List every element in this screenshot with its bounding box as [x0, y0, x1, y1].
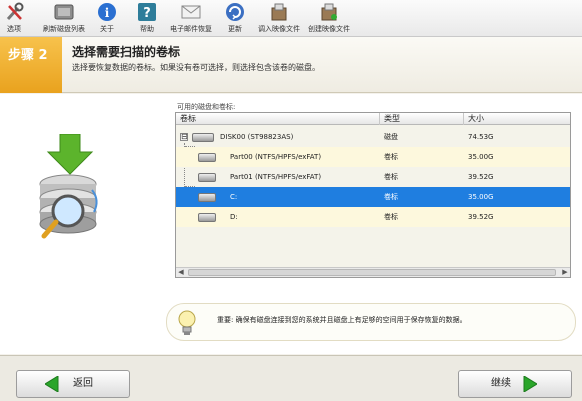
volume-type: 卷标: [384, 213, 398, 221]
options-button[interactable]: 选项: [4, 2, 24, 34]
help-icon: ?: [136, 2, 158, 22]
volume-type: 卷标: [384, 153, 398, 161]
volume-name: Part00 (NTFS/HPFS/exFAT): [230, 153, 322, 161]
volume-size: 39.52G: [468, 213, 494, 221]
email-recovery-button[interactable]: 电子邮件恢复: [166, 2, 216, 34]
volume-name: D:: [230, 213, 238, 221]
create-image-label: 创建映像文件: [308, 25, 350, 33]
collapse-toggle[interactable]: ⊟: [180, 133, 188, 141]
volume-row-disk00[interactable]: ⊟ DISK00 (ST98823AS) 磁盘 74.53G: [176, 127, 570, 147]
volume-size: 35.00G: [468, 193, 494, 201]
column-header-volume[interactable]: 卷标: [176, 113, 380, 125]
email-recovery-label: 电子邮件恢复: [170, 25, 212, 33]
next-button-label: 继续: [491, 378, 511, 389]
volume-type: 卷标: [384, 193, 398, 201]
volume-row-part00[interactable]: Part00 (NTFS/HPFS/exFAT) 卷标 35.00G: [176, 147, 570, 167]
email-icon: [180, 2, 202, 22]
important-notice: 重要: 确保有磁盘连接到您的系统并且磁盘上有足够的空间用于保存恢复的数据。: [166, 303, 576, 341]
step-indicator: 步骤 2: [0, 37, 62, 93]
toolbar: 选项 刷新磁盘列表 i 关于 ? 帮助 电子邮件恢复 更新 调入映像文件 创建映…: [0, 0, 582, 37]
refresh-disk-list-label: 刷新磁盘列表: [43, 25, 85, 33]
volume-size: 39.52G: [468, 173, 494, 181]
next-arrow-icon: [523, 375, 538, 401]
load-image-button[interactable]: 调入映像文件: [254, 2, 304, 34]
column-header-type[interactable]: 类型: [380, 113, 464, 125]
partition-icon: [198, 213, 216, 222]
update-button[interactable]: 更新: [224, 2, 246, 34]
volume-row-part01[interactable]: Part01 (NTFS/HPFS/exFAT) 卷标 39.52G: [176, 167, 570, 187]
tools-icon: [4, 2, 26, 22]
partition-icon: [198, 153, 216, 162]
scroll-right-icon[interactable]: ▶: [560, 268, 570, 277]
partition-icon: [198, 193, 216, 202]
refresh-disk-list-button[interactable]: 刷新磁盘列表: [40, 2, 88, 34]
drive-refresh-icon: [53, 2, 75, 22]
horizontal-scrollbar[interactable]: ◀ ▶: [176, 267, 570, 277]
lightbulb-icon: [176, 308, 198, 338]
volume-list-header: 卷标 类型 大小: [176, 113, 570, 125]
volume-name: DISK00 (ST98823AS): [220, 133, 294, 141]
load-image-icon: [268, 2, 290, 22]
back-button-label: 返回: [73, 378, 93, 389]
step-banner: 步骤 2 选择需要扫描的卷标 选择要恢复数据的卷标。如果没有卷可选择，则选择包含…: [0, 37, 582, 93]
volume-list-caption: 可用的磁盘和卷标:: [177, 103, 236, 111]
volume-row-c[interactable]: C: 卷标 35.00G: [176, 187, 570, 207]
volume-type: 卷标: [384, 173, 398, 181]
create-image-icon: [318, 2, 340, 22]
update-label: 更新: [228, 25, 242, 33]
help-label: 帮助: [140, 25, 154, 33]
load-image-label: 调入映像文件: [258, 25, 300, 33]
volume-size: 35.00G: [468, 153, 494, 161]
volume-row-d[interactable]: D: 卷标 39.52G: [176, 207, 570, 227]
about-label: 关于: [100, 25, 114, 33]
main-panel: 可用的磁盘和卷标: 卷标 类型 大小 ⊟ DISK00 (ST98823AS) …: [0, 94, 582, 354]
volume-type: 磁盘: [384, 133, 398, 141]
help-button[interactable]: ? 帮助: [136, 2, 158, 34]
step-description: 选择要恢复数据的卷标。如果没有卷可选择，则选择包含该卷的磁盘。: [72, 63, 320, 72]
partition-icon: [198, 173, 216, 182]
step-label: 步骤 2: [8, 48, 48, 63]
volume-size: 74.53G: [468, 133, 494, 141]
info-icon: i: [96, 2, 118, 22]
back-arrow-icon: [44, 375, 59, 401]
svg-text:i: i: [105, 6, 110, 20]
footer: 返回 继续: [0, 355, 582, 401]
create-image-button[interactable]: 创建映像文件: [304, 2, 354, 34]
disk-scan-illustration: [30, 133, 110, 244]
volume-name: C:: [230, 193, 238, 201]
svg-text:?: ?: [143, 6, 151, 21]
back-button[interactable]: 返回: [16, 370, 130, 398]
notice-text: 重要: 确保有磁盘连接到您的系统并且磁盘上有足够的空间用于保存恢复的数据。: [217, 316, 467, 324]
update-icon: [224, 2, 246, 22]
options-label: 选项: [7, 25, 21, 33]
column-header-size[interactable]: 大小: [464, 113, 570, 125]
hard-disk-icon: [192, 133, 214, 142]
scrollbar-thumb[interactable]: [188, 269, 556, 276]
next-button[interactable]: 继续: [458, 370, 572, 398]
scroll-left-icon[interactable]: ◀: [176, 268, 186, 277]
about-button[interactable]: i 关于: [96, 2, 118, 34]
volume-name: Part01 (NTFS/HPFS/exFAT): [230, 173, 322, 181]
step-title: 选择需要扫描的卷标: [72, 45, 181, 59]
volume-list[interactable]: 卷标 类型 大小 ⊟ DISK00 (ST98823AS) 磁盘 74.53G …: [175, 112, 571, 278]
